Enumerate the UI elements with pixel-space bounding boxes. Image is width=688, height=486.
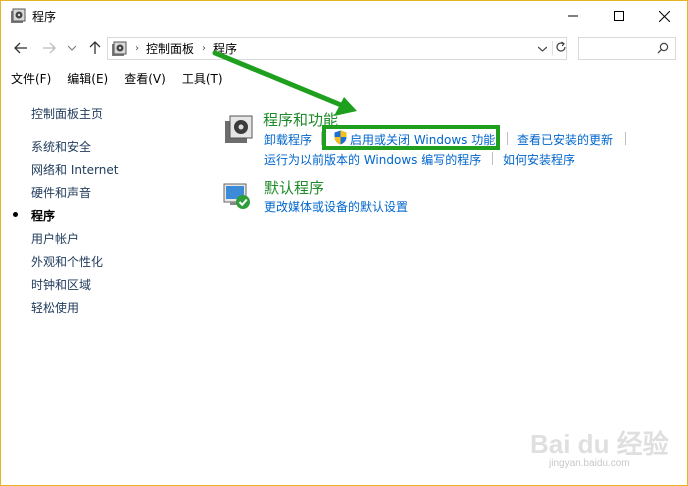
annotation-arrow-icon [212,50,357,116]
baidu-watermark: Bai du 经验 [530,429,669,459]
baidu-watermark-url: jingyan.baidu.com [549,458,630,469]
control-panel-window: 程序 › 控制面板 › 程序 文件(F) 编辑(E) 查看(V) 工具(T) 控… [0,0,688,486]
